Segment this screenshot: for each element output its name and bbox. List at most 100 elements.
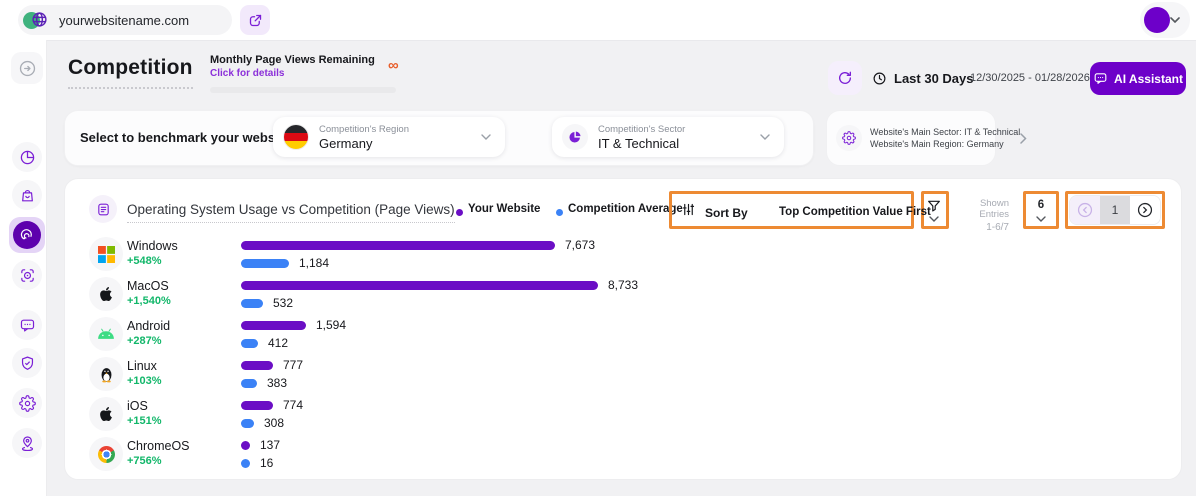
sector-dropdown[interactable]: Competition's Sector IT & Technical: [552, 117, 784, 157]
shopping-bag-icon: [19, 187, 36, 204]
bar-value-label: 412: [268, 336, 288, 350]
chevron-down-icon[interactable]: [929, 216, 939, 222]
os-name: ChromeOS: [127, 439, 190, 453]
os-change-percent: +103%: [127, 375, 162, 387]
quota-progress-bar: [210, 87, 396, 93]
chevron-down-icon: [1036, 216, 1046, 222]
os-change-percent: +548%: [127, 255, 162, 267]
os-change-percent: +756%: [127, 455, 162, 467]
sidebar-item-security[interactable]: [12, 348, 42, 378]
os-change-percent: +287%: [127, 335, 162, 347]
legend-competition-average: Competition Average: [568, 203, 683, 215]
site-favicon-icon: [23, 8, 49, 32]
page-title: Competition: [68, 56, 193, 89]
period-label: Last 30 Days: [894, 71, 974, 86]
chevron-down-icon: [1170, 17, 1180, 23]
sidebar-item-overview[interactable]: [12, 142, 42, 172]
your-website-bar: [241, 321, 306, 330]
os-name: MacOS: [127, 279, 169, 293]
prev-page-button[interactable]: [1070, 196, 1100, 224]
chevron-down-icon: [481, 134, 491, 140]
sidebar-item-messages[interactable]: [12, 310, 42, 340]
bar-value-label: 7,673: [565, 238, 595, 252]
competition-average-bar: [241, 259, 289, 268]
region-dropdown[interactable]: Competition's Region Germany: [273, 117, 505, 157]
linux-icon: [89, 357, 123, 391]
shown-entries: Shown Entries 1-6/7: [949, 198, 1009, 233]
website-selector[interactable]: yourwebsitename.com: [18, 5, 232, 35]
panel-title: Operating System Usage vs Competition (P…: [127, 202, 455, 223]
your-website-bar: [241, 281, 598, 290]
sidebar-item-settings[interactable]: [12, 388, 42, 418]
bar-value-label: 383: [267, 376, 287, 390]
page-size-selector[interactable]: 6: [1023, 191, 1059, 229]
sidebar: [0, 40, 47, 496]
arrow-left-circle-icon: [1076, 201, 1094, 219]
your-website-bar: [241, 441, 250, 450]
collapse-arrow-icon: [18, 59, 37, 78]
sort-by-value[interactable]: Top Competition Value First: [779, 206, 931, 218]
sector-dropdown-value: IT & Technical: [598, 136, 760, 151]
website-main-settings-card[interactable]: Website's Main Sector: IT & Technical We…: [826, 110, 996, 166]
quota-details-link[interactable]: Click for details: [210, 68, 410, 79]
open-website-button[interactable]: [240, 5, 270, 35]
os-rows: Windows+548%7,6731,184MacOS+1,540%8,7335…: [65, 235, 1181, 475]
topbar: yourwebsitename.com: [0, 0, 1196, 41]
period-selector[interactable]: Last 30 Days: [872, 64, 974, 92]
domain-name: yourwebsitename.com: [59, 13, 189, 28]
region-dropdown-label: Competition's Region: [319, 124, 481, 135]
os-name: Windows: [127, 239, 178, 253]
bar-value-label: 777: [283, 358, 303, 372]
bar-value-label: 137: [260, 438, 280, 452]
refresh-button[interactable]: [828, 61, 862, 95]
current-page: 1: [1100, 196, 1130, 224]
ai-assistant-button[interactable]: AI Assistant: [1090, 62, 1186, 95]
map-pin-icon: [19, 435, 36, 452]
account-menu[interactable]: [1140, 2, 1190, 38]
page-size-value: 6: [1023, 199, 1059, 211]
competition-average-bar: [241, 299, 263, 308]
os-name: Linux: [127, 359, 157, 373]
os-row-macos: MacOS+1,540%8,733532: [65, 275, 1181, 315]
shown-entries-value: 1-6/7: [949, 222, 1009, 233]
chevron-right-icon: [1020, 133, 1027, 144]
legend-your-website: Your Website: [468, 203, 540, 215]
chat-icon: [1093, 71, 1108, 86]
sidebar-item-tracking[interactable]: [12, 260, 42, 290]
sidebar-collapse-button[interactable]: [11, 52, 43, 84]
sidebar-item-locations[interactable]: [12, 428, 42, 458]
quota-block: Monthly Page Views Remaining Click for d…: [210, 54, 410, 79]
date-range-picker[interactable]: 12/30/2025 - 01/28/2026: [970, 64, 1104, 92]
bar-value-label: 532: [273, 296, 293, 310]
chrome-icon: [89, 437, 123, 471]
radar-icon: [13, 221, 41, 249]
competition-average-bar: [241, 459, 250, 468]
next-page-button[interactable]: [1130, 196, 1160, 224]
sidebar-item-ecommerce[interactable]: [12, 180, 42, 210]
competition-average-bar: [241, 379, 257, 388]
bar-value-label: 1,594: [316, 318, 346, 332]
os-row-ios: iOS+151%774308: [65, 395, 1181, 435]
sidebar-item-competition[interactable]: [9, 217, 45, 253]
os-usage-panel: Operating System Usage vs Competition (P…: [64, 178, 1182, 480]
ai-assistant-label: AI Assistant: [1114, 72, 1183, 86]
os-name: Android: [127, 319, 170, 333]
legend-dot-your-website: [456, 209, 463, 216]
app-window: yourwebsitename.com Competition Monthly …: [0, 0, 1196, 496]
os-row-chromeos: ChromeOS +756% 137 16: [65, 435, 1181, 475]
legend-dot-competition-average: [556, 209, 563, 216]
website-main-sector: Website's Main Sector: IT & Technical: [870, 126, 1020, 138]
gear-icon: [836, 125, 862, 151]
pie-chart-icon: [19, 149, 36, 166]
germany-flag-icon: [283, 124, 309, 150]
report-icon: [89, 195, 117, 223]
sort-by-label: Sort By: [705, 206, 748, 220]
gear-icon: [19, 395, 36, 412]
pagination: 1: [1069, 195, 1161, 225]
chat-icon: [19, 317, 36, 334]
filter-funnel-icon[interactable]: [926, 198, 942, 214]
windows-icon: [89, 237, 123, 271]
bar-value-label: 16: [260, 456, 273, 470]
bar-value-label: 774: [283, 398, 303, 412]
clock-icon: [872, 71, 887, 86]
